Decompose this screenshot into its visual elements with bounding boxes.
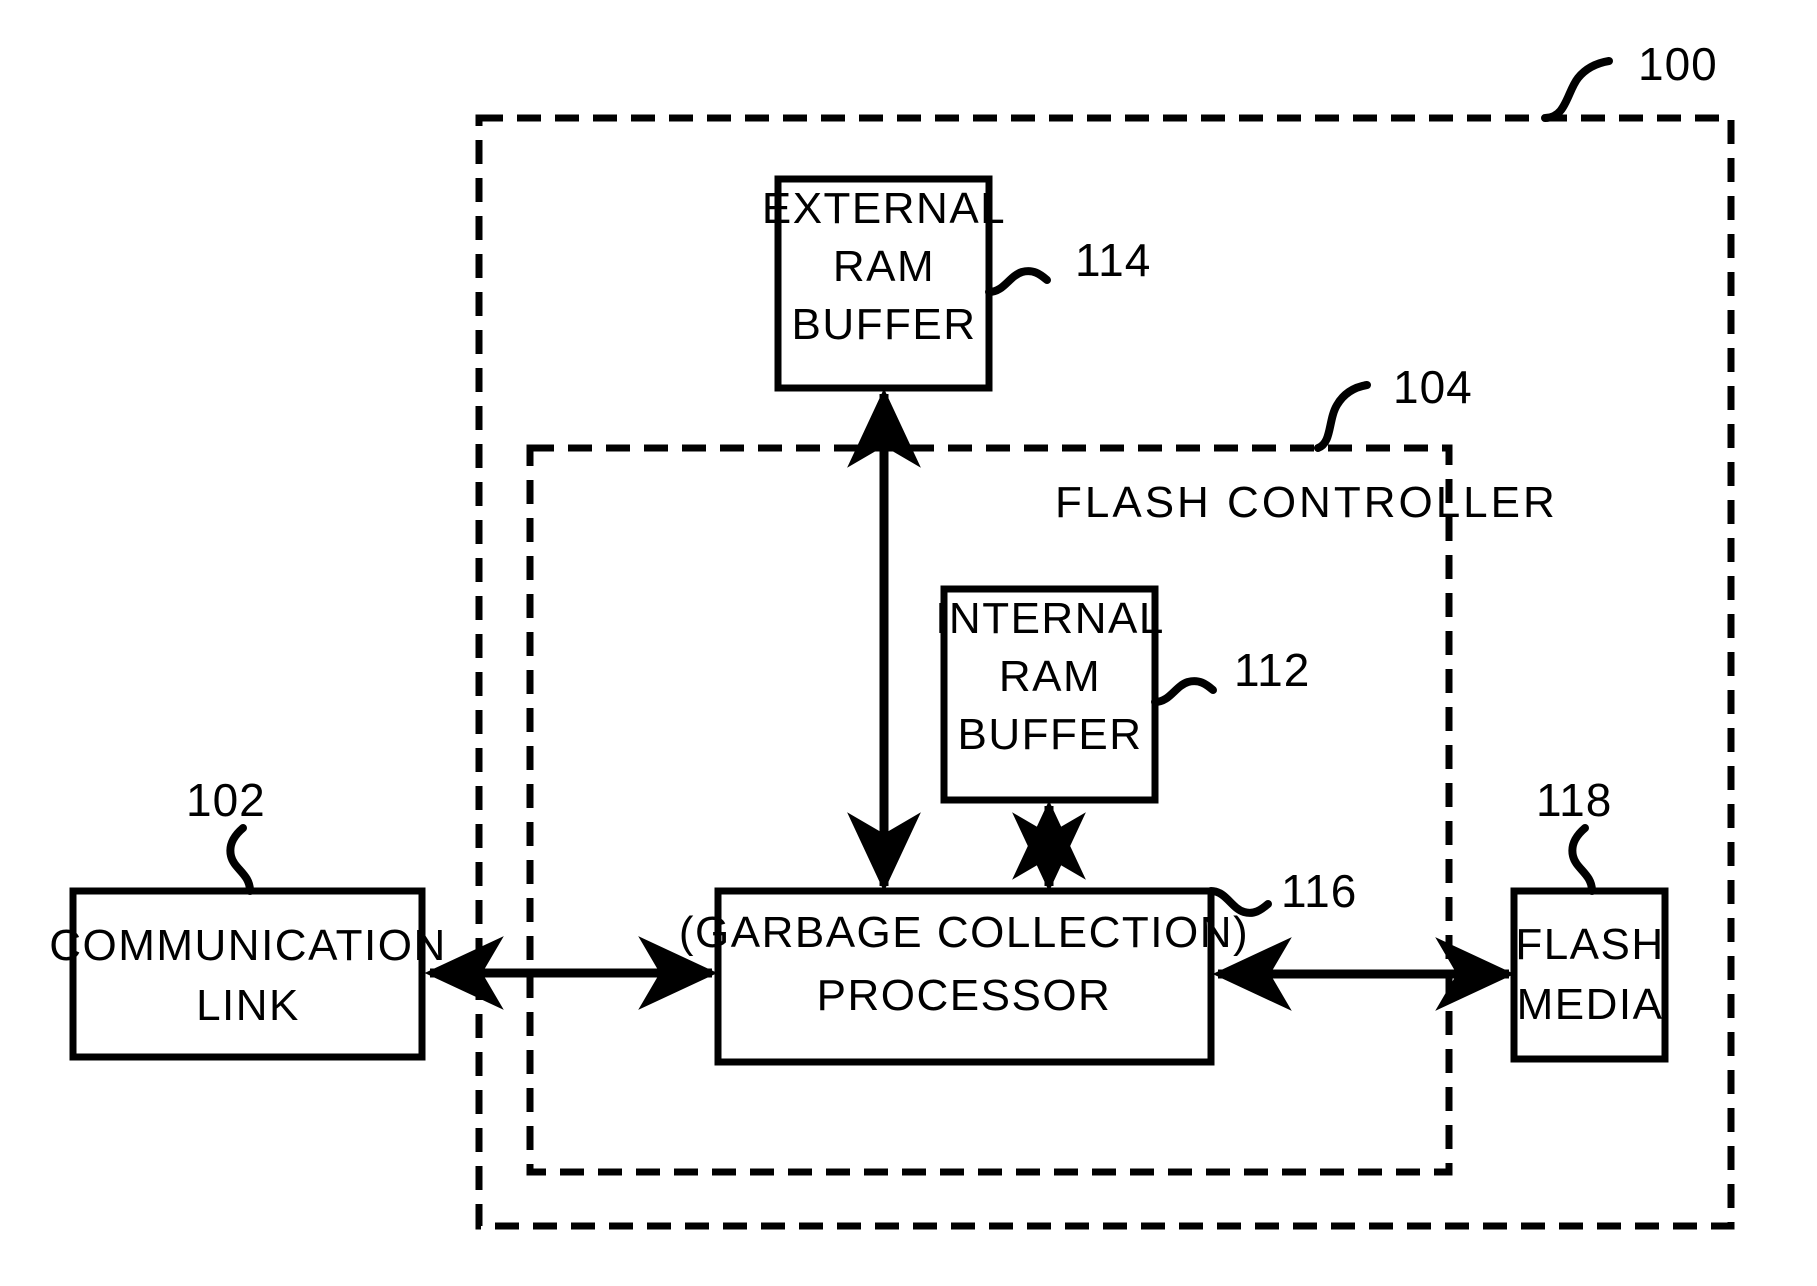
flash-media-line-1: FLASH <box>1515 920 1664 969</box>
external-ram-buffer-line-2: RAM <box>833 242 935 291</box>
ref-numeral-104: 104 <box>1393 361 1473 413</box>
flash-media-line-2: MEDIA <box>1517 980 1664 1029</box>
patent-figure: 100 104 FLASH CONTROLLER processor --> f… <box>0 0 1817 1286</box>
internal-ram-buffer-line-3: BUFFER <box>958 710 1143 759</box>
leader-line-114 <box>985 267 1051 296</box>
leader-line-104 <box>1314 381 1371 452</box>
communication-link-line-2: LINK <box>196 981 300 1030</box>
external-ram-buffer-line-1: EXTERNAL <box>762 184 1006 233</box>
leader-line-100 <box>1541 57 1613 122</box>
leader-line-102 <box>226 824 254 895</box>
block-processor: (GARBAGE COLLECTION) PROCESSOR <box>679 887 1249 1066</box>
block-communication-link: COMMUNICATION LINK <box>49 887 447 1061</box>
ref-numeral-102: 102 <box>186 774 266 826</box>
block-external-ram-buffer: EXTERNAL RAM BUFFER <box>762 175 1006 392</box>
ref-numeral-118: 118 <box>1536 774 1612 826</box>
processor-line-1: (GARBAGE COLLECTION) <box>679 908 1249 957</box>
block-flash-media: FLASH MEDIA <box>1510 887 1669 1063</box>
external-ram-buffer-line-3: BUFFER <box>792 300 977 349</box>
leader-line-112 <box>1151 677 1217 706</box>
ref-numeral-100: 100 <box>1638 38 1718 90</box>
leader-line-118 <box>1568 824 1596 895</box>
processor-line-2: PROCESSOR <box>817 971 1112 1020</box>
internal-ram-buffer-line-2: RAM <box>999 652 1101 701</box>
ref-numeral-116: 116 <box>1281 865 1357 917</box>
ref-numeral-112: 112 <box>1234 644 1310 696</box>
ref-numeral-114: 114 <box>1075 234 1151 286</box>
internal-ram-buffer-line-1: INTERNAL <box>935 594 1165 643</box>
block-internal-ram-buffer: INTERNAL RAM BUFFER <box>935 585 1165 804</box>
flash-controller-label: FLASH CONTROLLER <box>1055 478 1558 527</box>
communication-link-line-1: COMMUNICATION <box>49 921 447 970</box>
